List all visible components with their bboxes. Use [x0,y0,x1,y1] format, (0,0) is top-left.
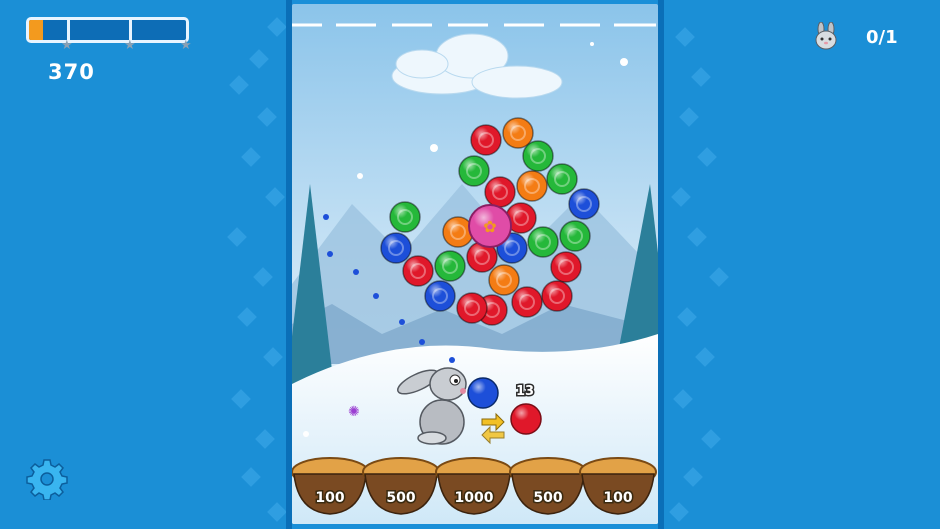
star-icon: ★ [180,38,192,53]
game-scene: ✿ 13 ✺ 100 500 1000 500 100 [292,4,658,524]
gear-icon[interactable] [26,458,68,500]
current-bubble [467,377,499,409]
shots-remaining: 13 [516,384,534,399]
bubble-red [511,286,543,318]
bubble-blue [424,280,456,312]
bubble-red [470,124,502,156]
nest-score-label: 100 [315,490,344,506]
bubble-green [527,226,559,258]
bubble-red [456,292,488,324]
game-board[interactable]: ✿ 13 ✺ 100 500 1000 500 100 [292,4,658,524]
next-bubble[interactable] [510,403,542,435]
bubble-green [434,250,466,282]
bubble-red [550,251,582,283]
nest-score-label: 500 [386,490,415,506]
star-icon: ★ [124,38,136,53]
bubble-orange [488,264,520,296]
bubble-green [559,220,591,252]
collected-counter: 0/1 [866,27,898,48]
star-icon: ★ [61,38,73,53]
progress-divider [67,20,70,40]
flower-icon: ✺ [348,404,360,420]
bubble-red [484,176,516,208]
bubble-orange [516,170,548,202]
bubble-red [541,280,573,312]
trapped-bunny-bubble: ✿ [468,204,512,248]
bubble-blue [380,232,412,264]
nest-score-label: 500 [533,490,562,506]
progress-divider [129,20,132,40]
score-nests: 100 500 1000 500 100 [292,457,657,515]
bubble-blue [568,188,600,220]
score-value: 370 [48,60,95,84]
bubble-green [458,155,490,187]
level-progress-bar [26,17,189,43]
svg-text:✿: ✿ [483,217,496,236]
bubble-red [402,255,434,287]
bubble-green [546,163,578,195]
bunny-face-icon [815,22,837,50]
bubble-green [522,140,554,172]
progress-fill [29,20,44,40]
frame-border-right [658,0,664,529]
nest-score-label: 100 [603,490,632,506]
bubble-green [389,201,421,233]
nest-score-label: 1000 [455,490,494,506]
